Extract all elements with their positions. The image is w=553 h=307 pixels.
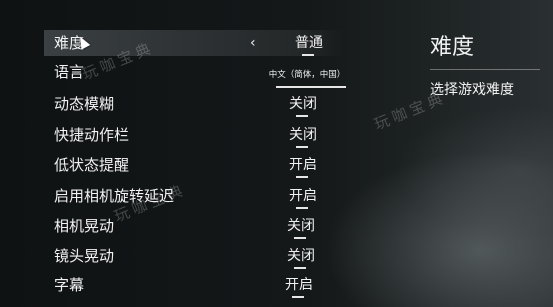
setting-value[interactable]: 关闭 [258, 94, 348, 114]
value-indicator [294, 267, 306, 269]
setting-value[interactable]: 普通 [264, 33, 354, 53]
setting-label: 快捷动作栏 [54, 126, 130, 144]
setting-row-camera-rotation-delay[interactable]: 启用相机旋转延迟 开启 [44, 183, 344, 209]
value-indicator [296, 115, 308, 117]
value-indicator [292, 296, 304, 298]
setting-row-low-status-alert[interactable]: 低状态提醒 开启 [44, 152, 344, 178]
setting-value[interactable]: 关闭 [258, 125, 348, 145]
settings-list: 难度 ‹ 普通 语言 中文（简体，中国） 动态模糊 关闭 快捷动作栏 关闭 低状… [0, 0, 400, 307]
setting-row-camera-shake[interactable]: 相机晃动 关闭 [44, 213, 344, 239]
setting-label: 字幕 [54, 276, 85, 294]
chevron-left-icon[interactable]: ‹ [250, 33, 256, 53]
value-indicator [296, 146, 308, 148]
setting-value[interactable]: 开启 [258, 186, 348, 206]
setting-value[interactable]: 开启 [254, 275, 344, 295]
setting-label: 低状态提醒 [54, 156, 130, 174]
setting-value[interactable]: 关闭 [256, 216, 346, 236]
panel-title: 难度 [430, 35, 475, 60]
setting-row-subtitles[interactable]: 字幕 开启 [44, 272, 344, 298]
setting-row-quick-action-bar[interactable]: 快捷动作栏 关闭 [44, 122, 344, 148]
setting-value[interactable]: 开启 [258, 155, 348, 175]
value-indicator [296, 207, 308, 209]
setting-label: 相机晃动 [54, 217, 115, 235]
setting-label: 动态模糊 [54, 95, 115, 113]
value-indicator [296, 176, 308, 178]
setting-row-motion-blur[interactable]: 动态模糊 关闭 [44, 91, 344, 117]
setting-row-lens-shake[interactable]: 镜头晃动 关闭 [44, 243, 344, 269]
value-indicator [302, 54, 314, 56]
panel-divider [430, 69, 540, 70]
value-indicator [276, 86, 346, 88]
setting-value[interactable]: 中文（简体，中国） [262, 65, 352, 85]
value-indicator [294, 237, 306, 239]
setting-value[interactable]: 关闭 [256, 246, 346, 266]
setting-label: 镜头晃动 [54, 247, 115, 265]
